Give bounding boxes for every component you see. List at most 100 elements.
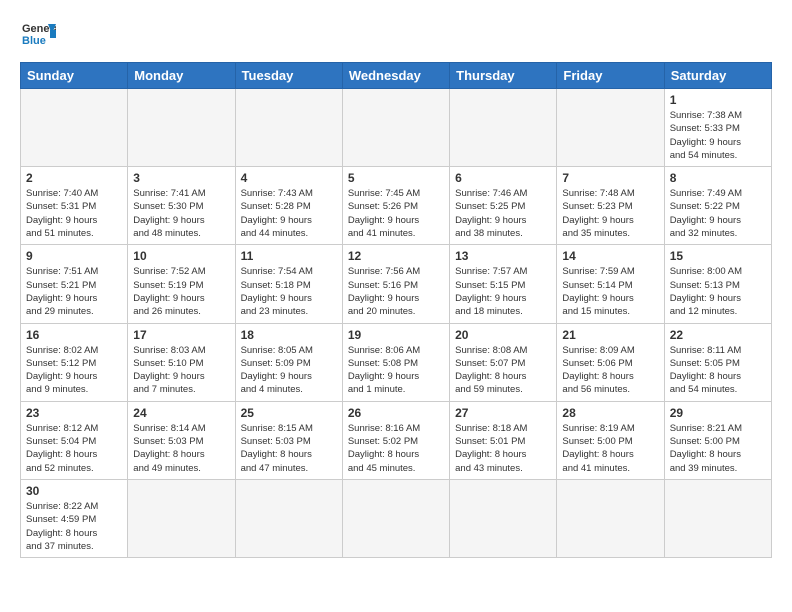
calendar-cell: 30Sunrise: 8:22 AM Sunset: 4:59 PM Dayli… [21,479,128,557]
calendar-cell [342,89,449,167]
day-info: Sunrise: 7:38 AM Sunset: 5:33 PM Dayligh… [670,109,766,162]
day-number: 21 [562,328,658,342]
day-info: Sunrise: 7:49 AM Sunset: 5:22 PM Dayligh… [670,187,766,240]
day-info: Sunrise: 8:06 AM Sunset: 5:08 PM Dayligh… [348,344,444,397]
day-info: Sunrise: 8:08 AM Sunset: 5:07 PM Dayligh… [455,344,551,397]
week-row-3: 16 Sunrise: 8:02 AM Sunset: 5:12 PM Dayli… [21,323,772,401]
calendar-cell: 22 Sunrise: 8:11 AM Sunset: 5:05 PM Dayli… [664,323,771,401]
day-number: 10 [133,249,229,263]
calendar-table: SundayMondayTuesdayWednesdayThursdayFrid… [20,62,772,558]
svg-text:Blue: Blue [22,35,46,47]
week-row-0: 1 Sunrise: 7:38 AM Sunset: 5:33 PM Daylig… [21,89,772,167]
calendar-cell: 25 Sunrise: 8:15 AM Sunset: 5:03 PM Dayli… [235,401,342,479]
day-info: Sunrise: 7:46 AM Sunset: 5:25 PM Dayligh… [455,187,551,240]
weekday-header-friday: Friday [557,63,664,89]
day-info: Sunrise: 8:00 AM Sunset: 5:13 PM Dayligh… [670,265,766,318]
day-number: 6 [455,171,551,185]
day-info: Sunrise: 7:41 AM Sunset: 5:30 PM Dayligh… [133,187,229,240]
day-number: 20 [455,328,551,342]
calendar-cell: 21 Sunrise: 8:09 AM Sunset: 5:06 PM Dayli… [557,323,664,401]
day-info: Sunrise: 8:11 AM Sunset: 5:05 PM Dayligh… [670,344,766,397]
day-number: 23 [26,406,122,420]
week-row-4: 23Sunrise: 8:12 AM Sunset: 5:04 PM Dayli… [21,401,772,479]
calendar-cell [557,89,664,167]
calendar-cell: 24Sunrise: 8:14 AM Sunset: 5:03 PM Dayli… [128,401,235,479]
calendar-cell: 19 Sunrise: 8:06 AM Sunset: 5:08 PM Dayli… [342,323,449,401]
page-header: General Blue [20,16,772,52]
day-info: Sunrise: 7:48 AM Sunset: 5:23 PM Dayligh… [562,187,658,240]
day-info: Sunrise: 8:16 AM Sunset: 5:02 PM Dayligh… [348,422,444,475]
day-info: Sunrise: 7:52 AM Sunset: 5:19 PM Dayligh… [133,265,229,318]
logo: General Blue [20,16,62,52]
day-number: 18 [241,328,337,342]
calendar-cell: 6 Sunrise: 7:46 AM Sunset: 5:25 PM Daylig… [450,167,557,245]
logo-icon: General Blue [20,16,56,52]
day-info: Sunrise: 7:51 AM Sunset: 5:21 PM Dayligh… [26,265,122,318]
calendar-cell [21,89,128,167]
day-info: Sunrise: 8:02 AM Sunset: 5:12 PM Dayligh… [26,344,122,397]
day-info: Sunrise: 7:56 AM Sunset: 5:16 PM Dayligh… [348,265,444,318]
calendar-cell [235,89,342,167]
day-number: 9 [26,249,122,263]
calendar-cell: 28 Sunrise: 8:19 AM Sunset: 5:00 PM Dayli… [557,401,664,479]
calendar-cell: 4Sunrise: 7:43 AM Sunset: 5:28 PM Daylig… [235,167,342,245]
calendar-cell: 8 Sunrise: 7:49 AM Sunset: 5:22 PM Daylig… [664,167,771,245]
calendar-cell: 7 Sunrise: 7:48 AM Sunset: 5:23 PM Daylig… [557,167,664,245]
calendar-cell: 1 Sunrise: 7:38 AM Sunset: 5:33 PM Daylig… [664,89,771,167]
day-number: 15 [670,249,766,263]
day-info: Sunrise: 8:22 AM Sunset: 4:59 PM Dayligh… [26,500,122,553]
day-info: Sunrise: 7:59 AM Sunset: 5:14 PM Dayligh… [562,265,658,318]
day-info: Sunrise: 7:57 AM Sunset: 5:15 PM Dayligh… [455,265,551,318]
week-row-5: 30Sunrise: 8:22 AM Sunset: 4:59 PM Dayli… [21,479,772,557]
day-info: Sunrise: 7:45 AM Sunset: 5:26 PM Dayligh… [348,187,444,240]
calendar-cell: 17 Sunrise: 8:03 AM Sunset: 5:10 PM Dayli… [128,323,235,401]
day-info: Sunrise: 8:09 AM Sunset: 5:06 PM Dayligh… [562,344,658,397]
day-info: Sunrise: 7:43 AM Sunset: 5:28 PM Dayligh… [241,187,337,240]
calendar-cell: 14 Sunrise: 7:59 AM Sunset: 5:14 PM Dayli… [557,245,664,323]
day-number: 19 [348,328,444,342]
calendar-cell [664,479,771,557]
calendar-cell: 27 Sunrise: 8:18 AM Sunset: 5:01 PM Dayli… [450,401,557,479]
calendar-cell: 20 Sunrise: 8:08 AM Sunset: 5:07 PM Dayli… [450,323,557,401]
weekday-header-sunday: Sunday [21,63,128,89]
calendar-cell: 13 Sunrise: 7:57 AM Sunset: 5:15 PM Dayli… [450,245,557,323]
day-number: 1 [670,93,766,107]
day-info: Sunrise: 8:21 AM Sunset: 5:00 PM Dayligh… [670,422,766,475]
day-number: 16 [26,328,122,342]
day-number: 27 [455,406,551,420]
day-number: 12 [348,249,444,263]
calendar-cell [450,479,557,557]
calendar-cell: 26 Sunrise: 8:16 AM Sunset: 5:02 PM Dayli… [342,401,449,479]
calendar-cell: 15 Sunrise: 8:00 AM Sunset: 5:13 PM Dayli… [664,245,771,323]
day-number: 22 [670,328,766,342]
day-number: 24 [133,406,229,420]
calendar-cell: 2Sunrise: 7:40 AM Sunset: 5:31 PM Daylig… [21,167,128,245]
weekday-header-monday: Monday [128,63,235,89]
week-row-1: 2Sunrise: 7:40 AM Sunset: 5:31 PM Daylig… [21,167,772,245]
day-number: 3 [133,171,229,185]
calendar-cell: 10 Sunrise: 7:52 AM Sunset: 5:19 PM Dayli… [128,245,235,323]
day-info: Sunrise: 8:03 AM Sunset: 5:10 PM Dayligh… [133,344,229,397]
calendar-cell: 12 Sunrise: 7:56 AM Sunset: 5:16 PM Dayli… [342,245,449,323]
calendar-cell [128,479,235,557]
calendar-cell [342,479,449,557]
day-number: 13 [455,249,551,263]
day-number: 28 [562,406,658,420]
calendar-cell [557,479,664,557]
day-number: 17 [133,328,229,342]
weekday-header-tuesday: Tuesday [235,63,342,89]
calendar-cell: 18Sunrise: 8:05 AM Sunset: 5:09 PM Dayli… [235,323,342,401]
day-number: 14 [562,249,658,263]
calendar-cell: 11Sunrise: 7:54 AM Sunset: 5:18 PM Dayli… [235,245,342,323]
day-number: 5 [348,171,444,185]
day-info: Sunrise: 8:18 AM Sunset: 5:01 PM Dayligh… [455,422,551,475]
calendar-cell [235,479,342,557]
day-info: Sunrise: 8:19 AM Sunset: 5:00 PM Dayligh… [562,422,658,475]
day-number: 8 [670,171,766,185]
day-info: Sunrise: 7:54 AM Sunset: 5:18 PM Dayligh… [241,265,337,318]
week-row-2: 9 Sunrise: 7:51 AM Sunset: 5:21 PM Daylig… [21,245,772,323]
day-number: 25 [241,406,337,420]
day-info: Sunrise: 8:15 AM Sunset: 5:03 PM Dayligh… [241,422,337,475]
day-number: 26 [348,406,444,420]
day-number: 7 [562,171,658,185]
